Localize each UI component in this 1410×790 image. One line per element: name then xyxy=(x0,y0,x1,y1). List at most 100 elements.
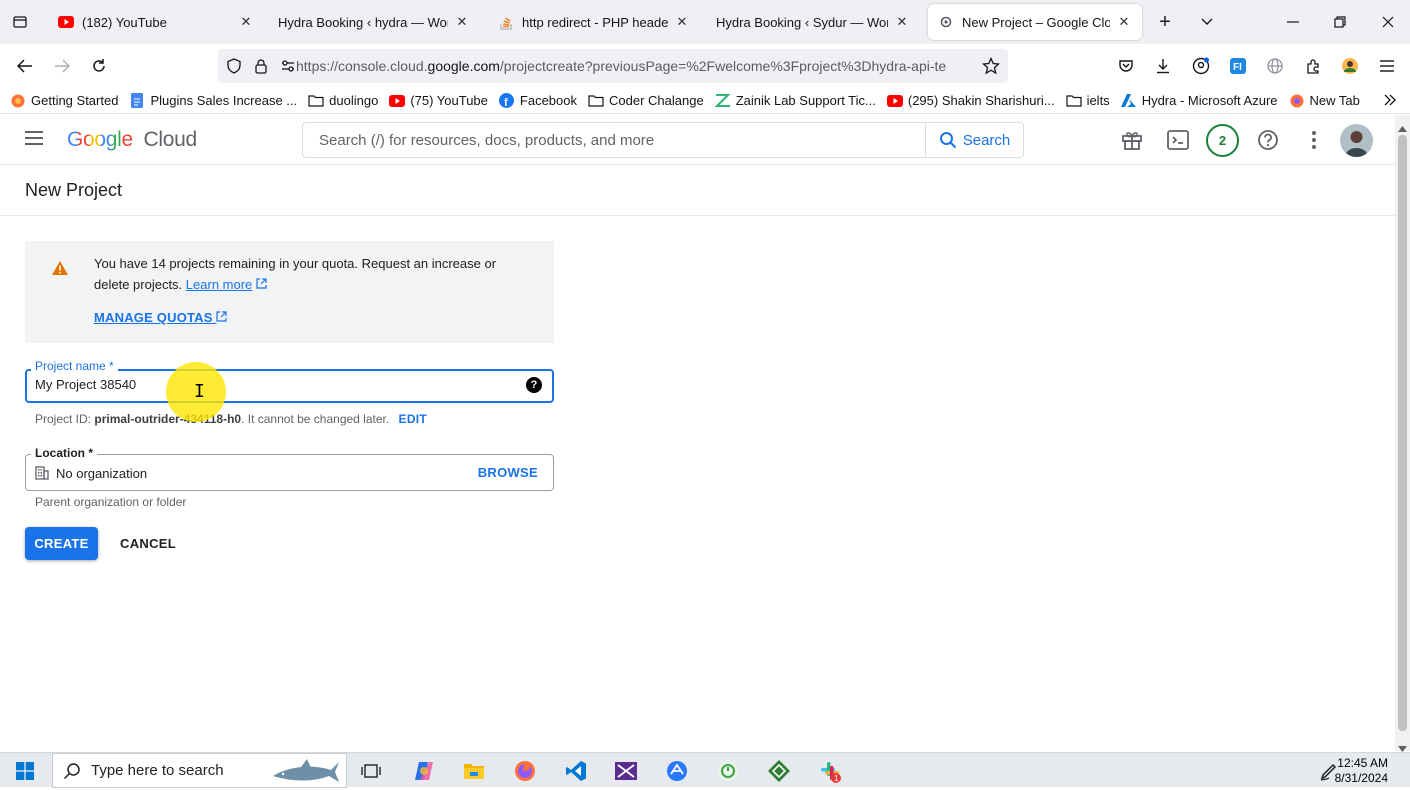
copilot-icon[interactable] xyxy=(412,759,436,783)
tab-hydra-booking-sydur[interactable]: Hydra Booking ‹ Sydur — WordP ✕ xyxy=(706,4,920,40)
app-green-clock-icon[interactable] xyxy=(716,759,740,783)
bookmark-plugins-sales[interactable]: Plugins Sales Increase ... xyxy=(129,93,297,109)
close-icon[interactable]: ✕ xyxy=(238,14,254,30)
tab-title: Hydra Booking ‹ hydra — WordP xyxy=(278,14,448,30)
download-icon[interactable] xyxy=(1151,54,1175,78)
reload-icon[interactable] xyxy=(87,54,111,78)
notification-badge[interactable]: 2 xyxy=(1206,124,1239,157)
firefox-taskbar-icon[interactable] xyxy=(513,759,537,783)
bookmark-new-tab[interactable]: New Tab xyxy=(1289,93,1360,109)
clock-date: 8/31/2024 xyxy=(1334,771,1388,785)
url-text[interactable]: https://console.cloud.google.com/project… xyxy=(296,58,956,74)
cloud-shell-icon[interactable] xyxy=(1166,128,1190,152)
url-bar[interactable]: https://console.cloud.google.com/project… xyxy=(218,49,1008,83)
taskbar-search[interactable]: Type here to search xyxy=(52,753,347,788)
bookmark-duolingo[interactable]: duolingo xyxy=(308,93,378,109)
search-input[interactable] xyxy=(303,123,923,157)
task-view-icon[interactable] xyxy=(359,759,383,783)
hamburger-menu-icon[interactable] xyxy=(23,129,45,152)
tab-youtube[interactable]: (182) YouTube ✕ xyxy=(48,4,264,40)
vscode-icon[interactable] xyxy=(564,759,588,783)
bookmark-label: (295) Shakin Sharishuri... xyxy=(907,93,1055,108)
zainik-icon xyxy=(714,93,731,109)
scroll-thumb[interactable] xyxy=(1398,135,1407,731)
browse-button[interactable]: BROWSE xyxy=(478,465,538,480)
extension-fi-icon[interactable]: FI xyxy=(1226,54,1250,78)
shark-illustration-icon xyxy=(271,758,341,790)
search-bar: Search xyxy=(302,122,1024,158)
bookmark-ielts[interactable]: ielts xyxy=(1065,93,1110,109)
new-tab-icon[interactable]: + xyxy=(1153,10,1177,34)
pocket-icon[interactable] xyxy=(1114,54,1138,78)
tab-list-icon[interactable] xyxy=(8,10,32,34)
lock-icon[interactable] xyxy=(254,58,268,79)
profile-avatar-icon[interactable] xyxy=(1338,54,1362,78)
slack-icon[interactable]: 1 xyxy=(818,759,842,783)
bookmark-facebook[interactable]: f Facebook xyxy=(499,93,577,109)
firefox-icon xyxy=(1289,93,1305,109)
create-button[interactable]: CREATE xyxy=(25,527,98,560)
help-icon[interactable]: ? xyxy=(526,377,542,393)
window-close-icon[interactable] xyxy=(1376,10,1400,34)
chevron-right-double-icon[interactable] xyxy=(1383,93,1397,112)
forward-icon[interactable] xyxy=(50,54,74,78)
search-button[interactable]: Search xyxy=(925,123,1023,157)
star-icon[interactable] xyxy=(981,56,1001,80)
restore-icon[interactable] xyxy=(1328,10,1352,34)
windows-start-icon[interactable] xyxy=(13,759,37,783)
divider xyxy=(0,215,1395,216)
bookmark-label: ielts xyxy=(1086,93,1110,108)
tab-hydra-booking[interactable]: Hydra Booking ‹ hydra — WordP ✕ xyxy=(268,4,480,40)
edit-project-id-button[interactable]: EDIT xyxy=(399,412,428,426)
extensions-icon[interactable] xyxy=(1301,54,1325,78)
project-name-input[interactable] xyxy=(35,377,515,392)
close-icon[interactable]: ✕ xyxy=(1116,14,1132,30)
gift-icon[interactable] xyxy=(1120,128,1144,152)
back-icon[interactable] xyxy=(13,54,37,78)
chevron-down-icon[interactable] xyxy=(1195,10,1219,34)
close-icon[interactable]: ✕ xyxy=(894,14,910,30)
bookmark-getting-started[interactable]: Getting Started xyxy=(10,93,118,109)
learn-more-link[interactable]: Learn more xyxy=(186,277,252,292)
account-icon[interactable] xyxy=(1189,54,1213,78)
shield-icon[interactable] xyxy=(226,58,242,79)
taskbar-clock[interactable]: 12:45 AM 8/31/2024 xyxy=(1335,756,1388,786)
visual-studio-icon[interactable] xyxy=(614,759,638,783)
location-field[interactable]: No organization BROWSE xyxy=(25,454,554,491)
bookmark-label: Hydra - Microsoft Azure xyxy=(1141,93,1278,108)
more-vert-icon[interactable] xyxy=(1302,128,1326,152)
close-icon[interactable]: ✕ xyxy=(674,14,690,30)
file-explorer-icon[interactable] xyxy=(462,759,486,783)
close-icon[interactable]: ✕ xyxy=(454,14,470,30)
tab-stackoverflow[interactable]: http redirect - PHP header(Lo ✕ xyxy=(488,4,700,40)
bookmark-label: New Tab xyxy=(1309,93,1360,108)
globe-icon[interactable] xyxy=(1263,54,1287,78)
quota-info-banner: You have 14 projects remaining in your q… xyxy=(25,241,554,343)
search-icon xyxy=(63,762,81,780)
quota-message: You have 14 projects remaining in your q… xyxy=(94,256,497,292)
bookmark-shakin[interactable]: (295) Shakin Sharishuri... xyxy=(886,93,1055,109)
location-help-text: Parent organization or folder xyxy=(35,495,187,509)
permissions-icon[interactable] xyxy=(280,58,296,79)
help-icon[interactable] xyxy=(1256,128,1280,152)
gcp-header: Google Cloud Search 2 xyxy=(0,115,1395,165)
bookmark-azure[interactable]: Hydra - Microsoft Azure xyxy=(1121,93,1278,109)
page-scrollbar[interactable] xyxy=(1395,115,1410,752)
manage-quotas-link[interactable]: MANAGE QUOTAS xyxy=(94,310,228,325)
page-title: New Project xyxy=(25,180,123,200)
project-id-suffix: . It cannot be changed later. xyxy=(241,412,390,426)
project-id-line: Project ID: primal-outrider-434118-h0. I… xyxy=(35,412,427,426)
bookmark-label: Zainik Lab Support Tic... xyxy=(735,93,876,108)
minimize-icon[interactable] xyxy=(1281,10,1305,34)
firefox-icon xyxy=(10,93,26,109)
app-green-diamond-icon[interactable] xyxy=(767,759,791,783)
user-avatar[interactable] xyxy=(1340,124,1373,157)
app-blue-circle-icon[interactable] xyxy=(665,759,689,783)
cancel-button[interactable]: CANCEL xyxy=(113,527,183,560)
google-cloud-logo[interactable]: Google Cloud xyxy=(67,128,197,152)
tab-new-project[interactable]: New Project – Google Cloud ✕ xyxy=(928,4,1142,40)
bookmark-youtube[interactable]: (75) YouTube xyxy=(389,93,488,109)
menu-icon[interactable] xyxy=(1375,54,1399,78)
bookmark-coder-chalange[interactable]: Coder Chalange xyxy=(588,93,704,109)
bookmark-zainik-lab[interactable]: Zainik Lab Support Tic... xyxy=(714,93,876,109)
